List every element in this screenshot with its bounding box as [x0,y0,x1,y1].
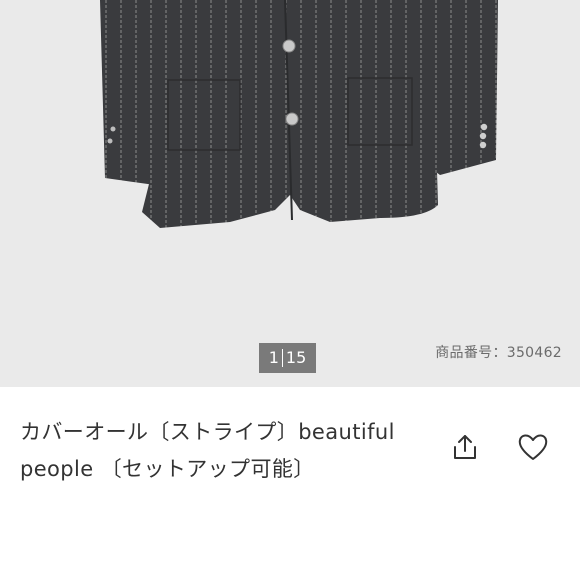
image-counter-divider [281,349,283,367]
favorite-button[interactable] [513,427,553,467]
image-counter-total: 15 [285,348,307,367]
product-info: カバーオール〔ストライプ〕beautiful people 〔セットアップ可能〕 [0,387,580,580]
product-image [100,0,498,228]
heart-icon [518,434,548,460]
share-icon [454,435,476,459]
image-counter: 1 15 [259,343,316,373]
image-counter-current: 1 [268,348,279,367]
product-code: 商品番号：350462 [435,345,562,361]
product-image-gallery[interactable]: 1 15 商品番号：350462 [0,0,580,387]
share-button[interactable] [445,427,485,467]
product-title: カバーオール〔ストライプ〕beautiful people 〔セットアップ可能〕 [20,420,395,481]
